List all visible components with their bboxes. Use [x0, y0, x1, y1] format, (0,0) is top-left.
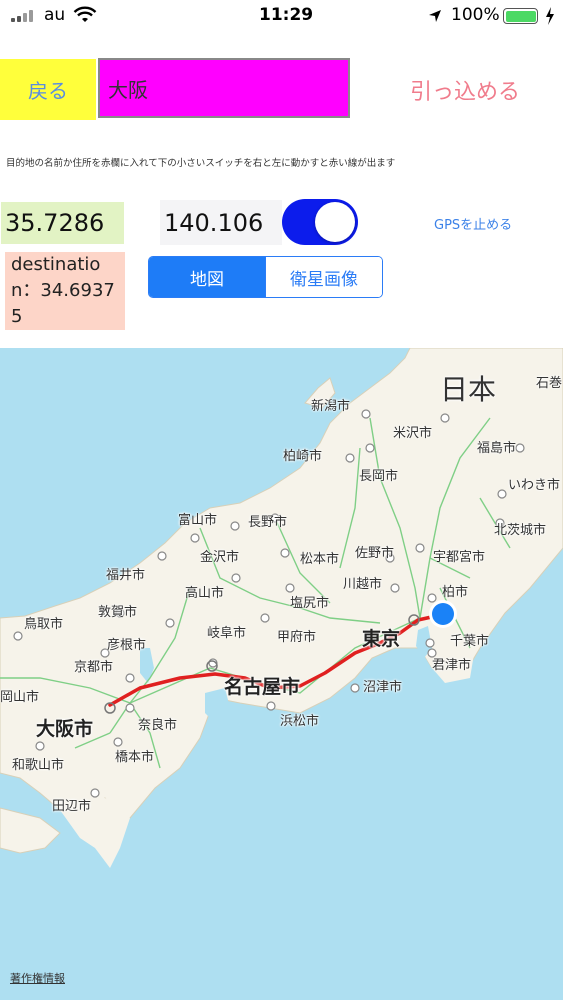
map-label-city: 敦賀市	[98, 605, 138, 620]
longitude-field: 140.106	[160, 200, 282, 245]
map-label-city: 佐野市	[355, 546, 395, 561]
charging-bolt-icon	[546, 7, 554, 25]
map-label-city: 和歌山市	[12, 758, 65, 773]
map-label-city: 北茨城市	[494, 523, 547, 538]
map-label-city: 岡山市	[0, 690, 40, 705]
map-label-city: 君津市	[432, 658, 472, 673]
map-label-city: 長野市	[248, 515, 288, 530]
map-view[interactable]: 日本 石巻 新潟市 米沢市 福島市 柏崎市 長岡市 いわき市 富山市 長野市 北…	[0, 348, 563, 1000]
map-label-city: 鳥取市	[24, 617, 64, 632]
instruction-text: 目的地の名前か住所を赤欄に入れて下の小さいスイッチを右と左に動かすと赤い線が出ま…	[6, 158, 396, 169]
map-label-city: 彦根市	[107, 638, 147, 653]
map-label-city: いわき市	[508, 478, 561, 493]
battery-percent: 100%	[451, 5, 500, 25]
battery-icon	[503, 8, 538, 24]
map-label-city: 東京	[362, 628, 401, 650]
map-label-city: 岐阜市	[207, 626, 247, 641]
segment-map[interactable]: 地図	[149, 257, 265, 297]
carrier-label: au	[44, 5, 66, 25]
toggle-knob	[315, 202, 355, 242]
status-bar: au 11:29 100%	[0, 0, 563, 32]
copyright-link[interactable]: 著作権情報	[10, 970, 65, 986]
map-label-city: 福島市	[477, 441, 517, 456]
map-label-city: 浜松市	[280, 714, 320, 729]
map-label-city: 柏崎市	[283, 449, 323, 464]
route-toggle-switch[interactable]	[282, 199, 358, 245]
map-label-city: 金沢市	[200, 550, 240, 565]
signal-strength-icon	[11, 10, 35, 22]
map-label-city: 橋本市	[115, 750, 155, 765]
location-arrow-icon	[429, 10, 441, 22]
land-honshu	[0, 348, 563, 829]
map-label-city: 名古屋市	[224, 676, 301, 698]
map-label-city: 大阪市	[36, 718, 94, 740]
destination-latitude-label: destination：34.69375	[5, 252, 125, 330]
map-label-city: 京都市	[74, 660, 114, 675]
map-label-city: 石巻	[536, 376, 563, 391]
retract-button[interactable]: 引っ込める	[410, 74, 560, 114]
map-label-city: 新潟市	[311, 399, 351, 414]
map-label-city: 塩尻市	[290, 596, 330, 611]
map-label-city: 高山市	[185, 586, 225, 601]
map-label-city: 柏市	[442, 585, 469, 600]
back-button[interactable]: 戻る	[0, 59, 96, 120]
map-label-city: 宇都宮市	[433, 550, 486, 565]
map-label-city: 甲府市	[277, 630, 317, 645]
wifi-icon	[73, 6, 97, 22]
map-label-japan: 日本	[440, 373, 497, 406]
map-label-city: 千葉市	[450, 634, 490, 649]
map-label-city: 富山市	[178, 513, 218, 528]
map-label-city: 米沢市	[393, 426, 433, 441]
map-type-segmented-control[interactable]: 地図 衛星画像	[148, 256, 383, 298]
map-label-city: 長岡市	[359, 469, 399, 484]
clock: 11:29	[259, 5, 314, 25]
segment-satellite[interactable]: 衛星画像	[265, 257, 382, 297]
land-shikoku	[0, 807, 61, 854]
map-label-city: 川越市	[343, 577, 383, 592]
map-label-city: 沼津市	[363, 680, 403, 695]
map-label-city: 田辺市	[52, 799, 92, 814]
latitude-field: 35.7286	[1, 202, 124, 244]
map-label-city: 福井市	[106, 568, 146, 583]
map-label-city: 松本市	[300, 552, 340, 567]
gps-stop-button[interactable]: GPSを止める	[434, 214, 512, 233]
destination-input[interactable]: 大阪	[98, 58, 350, 118]
map-label-city: 奈良市	[138, 718, 178, 733]
